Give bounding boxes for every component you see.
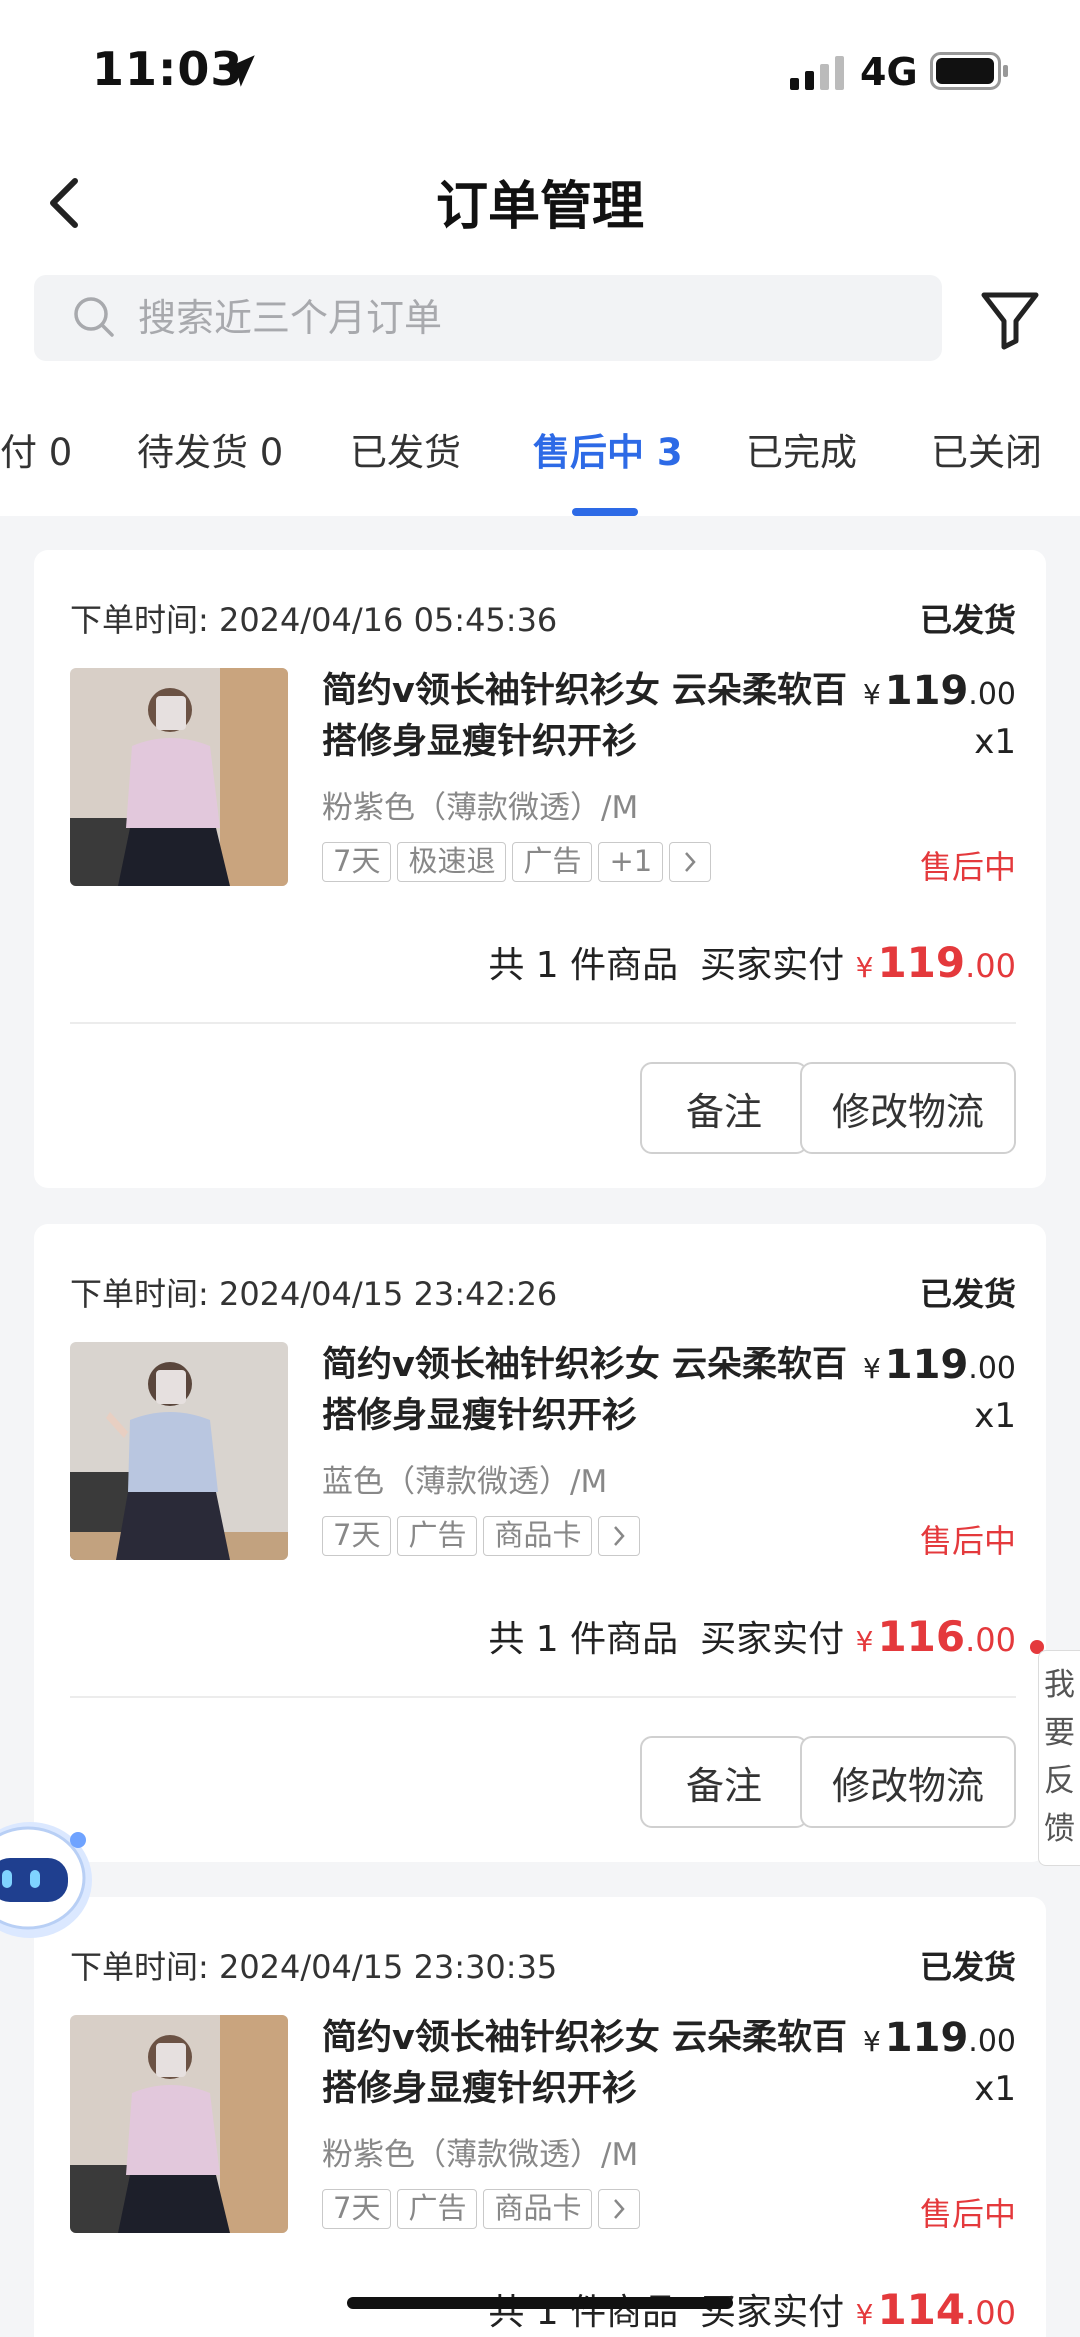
product-sku: 粉紫色（薄款微透）/M: [322, 2137, 639, 2173]
order-time: 下单时间: 2024/04/15 23:30:35: [70, 1948, 558, 1986]
service-tags: 7天 广告 商品卡: [322, 2189, 641, 2229]
tab-awaiting-shipment[interactable]: 待发货 0: [137, 422, 283, 476]
modify-logistics-button[interactable]: 修改物流: [800, 1062, 1016, 1154]
filter-icon[interactable]: [978, 287, 1042, 351]
assistant-robot-icon[interactable]: [0, 1800, 100, 1950]
product-sku: 蓝色（薄款微透）/M: [322, 1464, 608, 1500]
status-tabs: 付 0 待发货 0 已发货 售后中 3 已完成 已关闭: [0, 370, 1080, 516]
paid-amount: ¥114.00: [855, 2285, 1016, 2334]
network-type: 4G: [860, 50, 918, 94]
after-sale-status[interactable]: 售后中: [920, 2189, 1016, 2235]
tag-label: 广告: [512, 842, 593, 882]
remark-button[interactable]: 备注: [640, 1062, 808, 1154]
product-quantity: x1: [974, 722, 1016, 762]
remark-button[interactable]: 备注: [640, 1736, 808, 1828]
battery-icon: [930, 52, 1008, 90]
tag-label: 极速退: [397, 842, 507, 882]
order-card[interactable]: 下单时间: 2024/04/15 23:42:26 已发货 简约v领长袖针织衫女…: [34, 1224, 1046, 1862]
paid-label: 买家实付: [700, 945, 845, 986]
product-quantity: x1: [974, 2069, 1016, 2109]
divider: [70, 1022, 1016, 1024]
order-status: 已发货: [919, 1275, 1016, 1313]
tab-completed[interactable]: 已完成: [746, 422, 857, 476]
product-title[interactable]: 简约v领长袖针织衫女 云朵柔软百搭修身显瘦针织开衫: [322, 666, 862, 768]
tag-label: 广告: [397, 1516, 478, 1556]
home-indicator: [347, 2297, 733, 2309]
tags-expand-button[interactable]: [598, 2189, 641, 2229]
tags-expand-button[interactable]: [598, 1516, 641, 1556]
after-sale-status[interactable]: 售后中: [920, 1516, 1016, 1562]
tag-label: 7天: [322, 1516, 392, 1556]
tab-pending-payment[interactable]: 付 0: [0, 422, 72, 476]
cellular-signal-icon: [790, 56, 844, 90]
tab-after-sale[interactable]: 售后中 3: [533, 422, 683, 476]
item-count: 共 1 件商品: [488, 945, 679, 986]
tags-expand-button[interactable]: [669, 842, 712, 882]
tag-label: +1: [598, 842, 664, 882]
location-arrow-icon: [223, 55, 255, 87]
chevron-right-icon: [614, 1526, 626, 1546]
product-title[interactable]: 简约v领长袖针织衫女 云朵柔软百搭修身显瘦针织开衫: [322, 1340, 862, 1442]
paid-amount: ¥116.00: [855, 1612, 1016, 1661]
feedback-button[interactable]: 我要反馈: [1038, 1650, 1080, 1866]
order-card[interactable]: 下单时间: 2024/04/16 05:45:36 已发货 简约v领长袖针织衫女…: [34, 550, 1046, 1188]
tag-label: 商品卡: [483, 2189, 593, 2229]
product-thumbnail[interactable]: [70, 2015, 288, 2233]
order-summary: 共 1 件商品 买家实付 ¥114.00: [488, 2283, 1016, 2335]
service-tags: 7天 广告 商品卡: [322, 1516, 641, 1556]
search-box[interactable]: [34, 275, 942, 361]
product-title[interactable]: 简约v领长袖针织衫女 云朵柔软百搭修身显瘦针织开衫: [322, 2013, 862, 2115]
product-price: ¥119.00: [862, 1342, 1016, 1388]
search-row: [0, 265, 1080, 370]
order-status: 已发货: [919, 1948, 1016, 1986]
product-sku: 粉紫色（薄款微透）/M: [322, 790, 639, 826]
after-sale-status[interactable]: 售后中: [920, 842, 1016, 888]
modify-logistics-button[interactable]: 修改物流: [800, 1736, 1016, 1828]
tag-label: 广告: [397, 2189, 478, 2229]
nav-header: 订单管理: [0, 140, 1080, 265]
tab-shipped[interactable]: 已发货: [350, 422, 461, 476]
tag-label: 7天: [322, 842, 392, 882]
order-summary: 共 1 件商品 买家实付 ¥119.00: [488, 936, 1016, 988]
item-count: 共 1 件商品: [488, 1619, 679, 1660]
product-thumbnail[interactable]: [70, 668, 288, 886]
chevron-right-icon: [685, 852, 696, 872]
chevron-right-icon: [614, 2199, 626, 2219]
active-tab-indicator: [572, 508, 638, 516]
tab-closed[interactable]: 已关闭: [931, 422, 1042, 476]
divider: [70, 1696, 1016, 1698]
product-price: ¥119.00: [862, 2015, 1016, 2061]
status-bar: 11:03 4G: [0, 0, 1080, 140]
order-time: 下单时间: 2024/04/15 23:42:26: [70, 1275, 558, 1313]
order-management-screen: 11:03 4G 订单管理 搜索近三个月订单 付 0 待发货 0 已发货 售后中…: [0, 0, 1080, 2337]
order-summary: 共 1 件商品 买家实付 ¥116.00: [488, 1610, 1016, 1662]
product-quantity: x1: [974, 1396, 1016, 1436]
order-time: 下单时间: 2024/04/16 05:45:36: [70, 601, 558, 639]
service-tags: 7天 极速退 广告 +1: [322, 842, 712, 882]
tag-label: 7天: [322, 2189, 392, 2229]
product-price: ¥119.00: [862, 668, 1016, 714]
paid-label: 买家实付: [700, 1619, 845, 1660]
product-thumbnail[interactable]: [70, 1342, 288, 1560]
paid-amount: ¥119.00: [855, 938, 1016, 987]
search-input[interactable]: [138, 275, 918, 361]
search-icon: [74, 297, 114, 337]
order-card[interactable]: 下单时间: 2024/04/15 23:30:35 已发货 简约v领长袖针织衫女…: [34, 1897, 1046, 2337]
tag-label: 商品卡: [483, 1516, 593, 1556]
page-title: 订单管理: [435, 177, 644, 237]
order-status: 已发货: [919, 601, 1016, 639]
